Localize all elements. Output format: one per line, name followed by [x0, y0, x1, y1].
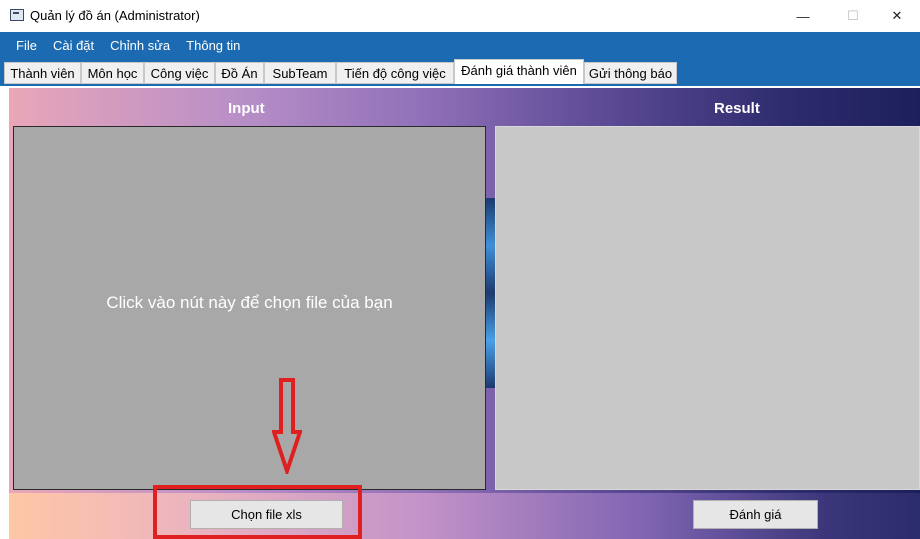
tab-send-notification[interactable]: Gửi thông báo: [584, 62, 677, 84]
tab-strip: Thành viên Môn học Công việc Đồ Án SubTe…: [0, 59, 920, 86]
input-header: Input: [228, 100, 265, 117]
menu-bar: File Cài đặt Chỉnh sửa Thông tin: [0, 32, 920, 59]
down-arrow-icon: [272, 378, 302, 474]
window-title: Quản lý đồ án (Administrator): [30, 8, 200, 23]
close-button[interactable]: ✕: [874, 0, 920, 32]
menu-file[interactable]: File: [8, 32, 45, 59]
tab-member-evaluation[interactable]: Đánh giá thành viên: [454, 59, 584, 84]
minimize-button[interactable]: —: [780, 0, 826, 32]
menu-edit[interactable]: Chỉnh sửa: [102, 32, 178, 59]
tab-tasks[interactable]: Công việc: [144, 62, 215, 84]
input-hint: Click vào nút này để chọn file của bạn: [106, 293, 393, 312]
tab-members[interactable]: Thành viên: [4, 62, 81, 84]
app-window-icon: [10, 9, 24, 21]
tab-progress[interactable]: Tiến độ công việc: [336, 62, 454, 84]
menu-info[interactable]: Thông tin: [178, 32, 248, 59]
decorative-divider: [486, 198, 495, 388]
highlight-box: [153, 485, 362, 539]
menu-settings[interactable]: Cài đặt: [45, 32, 102, 59]
tab-subjects[interactable]: Môn học: [81, 62, 144, 84]
result-panel[interactable]: [495, 126, 920, 490]
evaluation-panel: Input Result Click vào nút này để chọn f…: [9, 88, 920, 539]
title-bar: Quản lý đồ án (Administrator) — ☐ ✕: [0, 0, 920, 32]
maximize-button[interactable]: ☐: [830, 0, 876, 32]
result-header: Result: [714, 100, 760, 117]
tab-subteam[interactable]: SubTeam: [264, 62, 336, 84]
input-panel[interactable]: Click vào nút này để chọn file của bạn: [13, 126, 486, 490]
tab-projects[interactable]: Đồ Án: [215, 62, 264, 84]
evaluate-button[interactable]: Đánh giá: [693, 500, 818, 529]
